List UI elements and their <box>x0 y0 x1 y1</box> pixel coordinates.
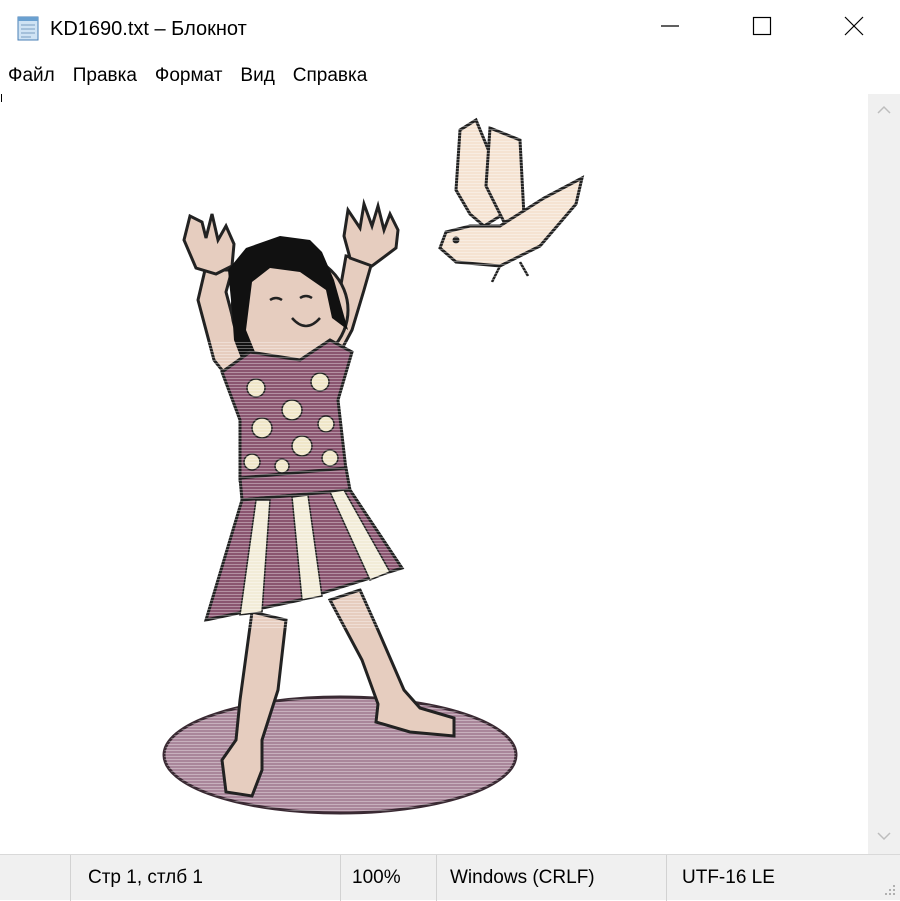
status-separator <box>340 855 341 901</box>
scroll-up-button[interactable] <box>868 94 900 128</box>
menu-format[interactable]: Формат <box>146 60 232 92</box>
title-bar[interactable]: KD1690.txt – Блокнот <box>0 0 900 56</box>
status-separator <box>70 855 71 901</box>
text-editor-area[interactable] <box>0 94 868 854</box>
status-separator <box>436 855 437 901</box>
close-button[interactable] <box>808 0 900 56</box>
cursor-position: Стр 1, стлб 1 <box>88 867 203 888</box>
vertical-scrollbar[interactable] <box>868 94 900 854</box>
notepad-icon <box>14 14 42 42</box>
ascii-art-picture <box>162 117 590 815</box>
scroll-down-button[interactable] <box>868 820 900 854</box>
zoom-level: 100% <box>352 867 401 888</box>
encoding: UTF-16 LE <box>682 867 775 888</box>
maximize-button[interactable] <box>716 0 808 56</box>
text-caret <box>1 94 2 102</box>
right-hand <box>342 198 400 268</box>
window-title: KD1690.txt – Блокнот <box>50 18 247 40</box>
minimize-icon <box>660 16 680 41</box>
line-endings: Windows (CRLF) <box>450 867 595 888</box>
status-separator <box>666 855 667 901</box>
left-hand <box>182 213 236 276</box>
chevron-down-icon <box>876 828 892 846</box>
maximize-icon <box>752 16 772 41</box>
status-bar: Стр 1, стлб 1 100% Windows (CRLF) UTF-16… <box>0 854 900 901</box>
minimize-button[interactable] <box>624 0 716 56</box>
chevron-up-icon <box>876 102 892 120</box>
menu-help[interactable]: Справка <box>284 60 377 92</box>
menu-view[interactable]: Вид <box>231 60 283 92</box>
menu-bar: Файл Правка Формат Вид Справка <box>0 60 376 92</box>
close-icon <box>844 16 864 41</box>
menu-edit[interactable]: Правка <box>64 60 146 92</box>
menu-file[interactable]: Файл <box>0 60 64 92</box>
notepad-window: KD1690.txt – Блокнот Файл Правка Формат … <box>0 0 900 901</box>
resize-grip-icon[interactable] <box>882 882 896 896</box>
